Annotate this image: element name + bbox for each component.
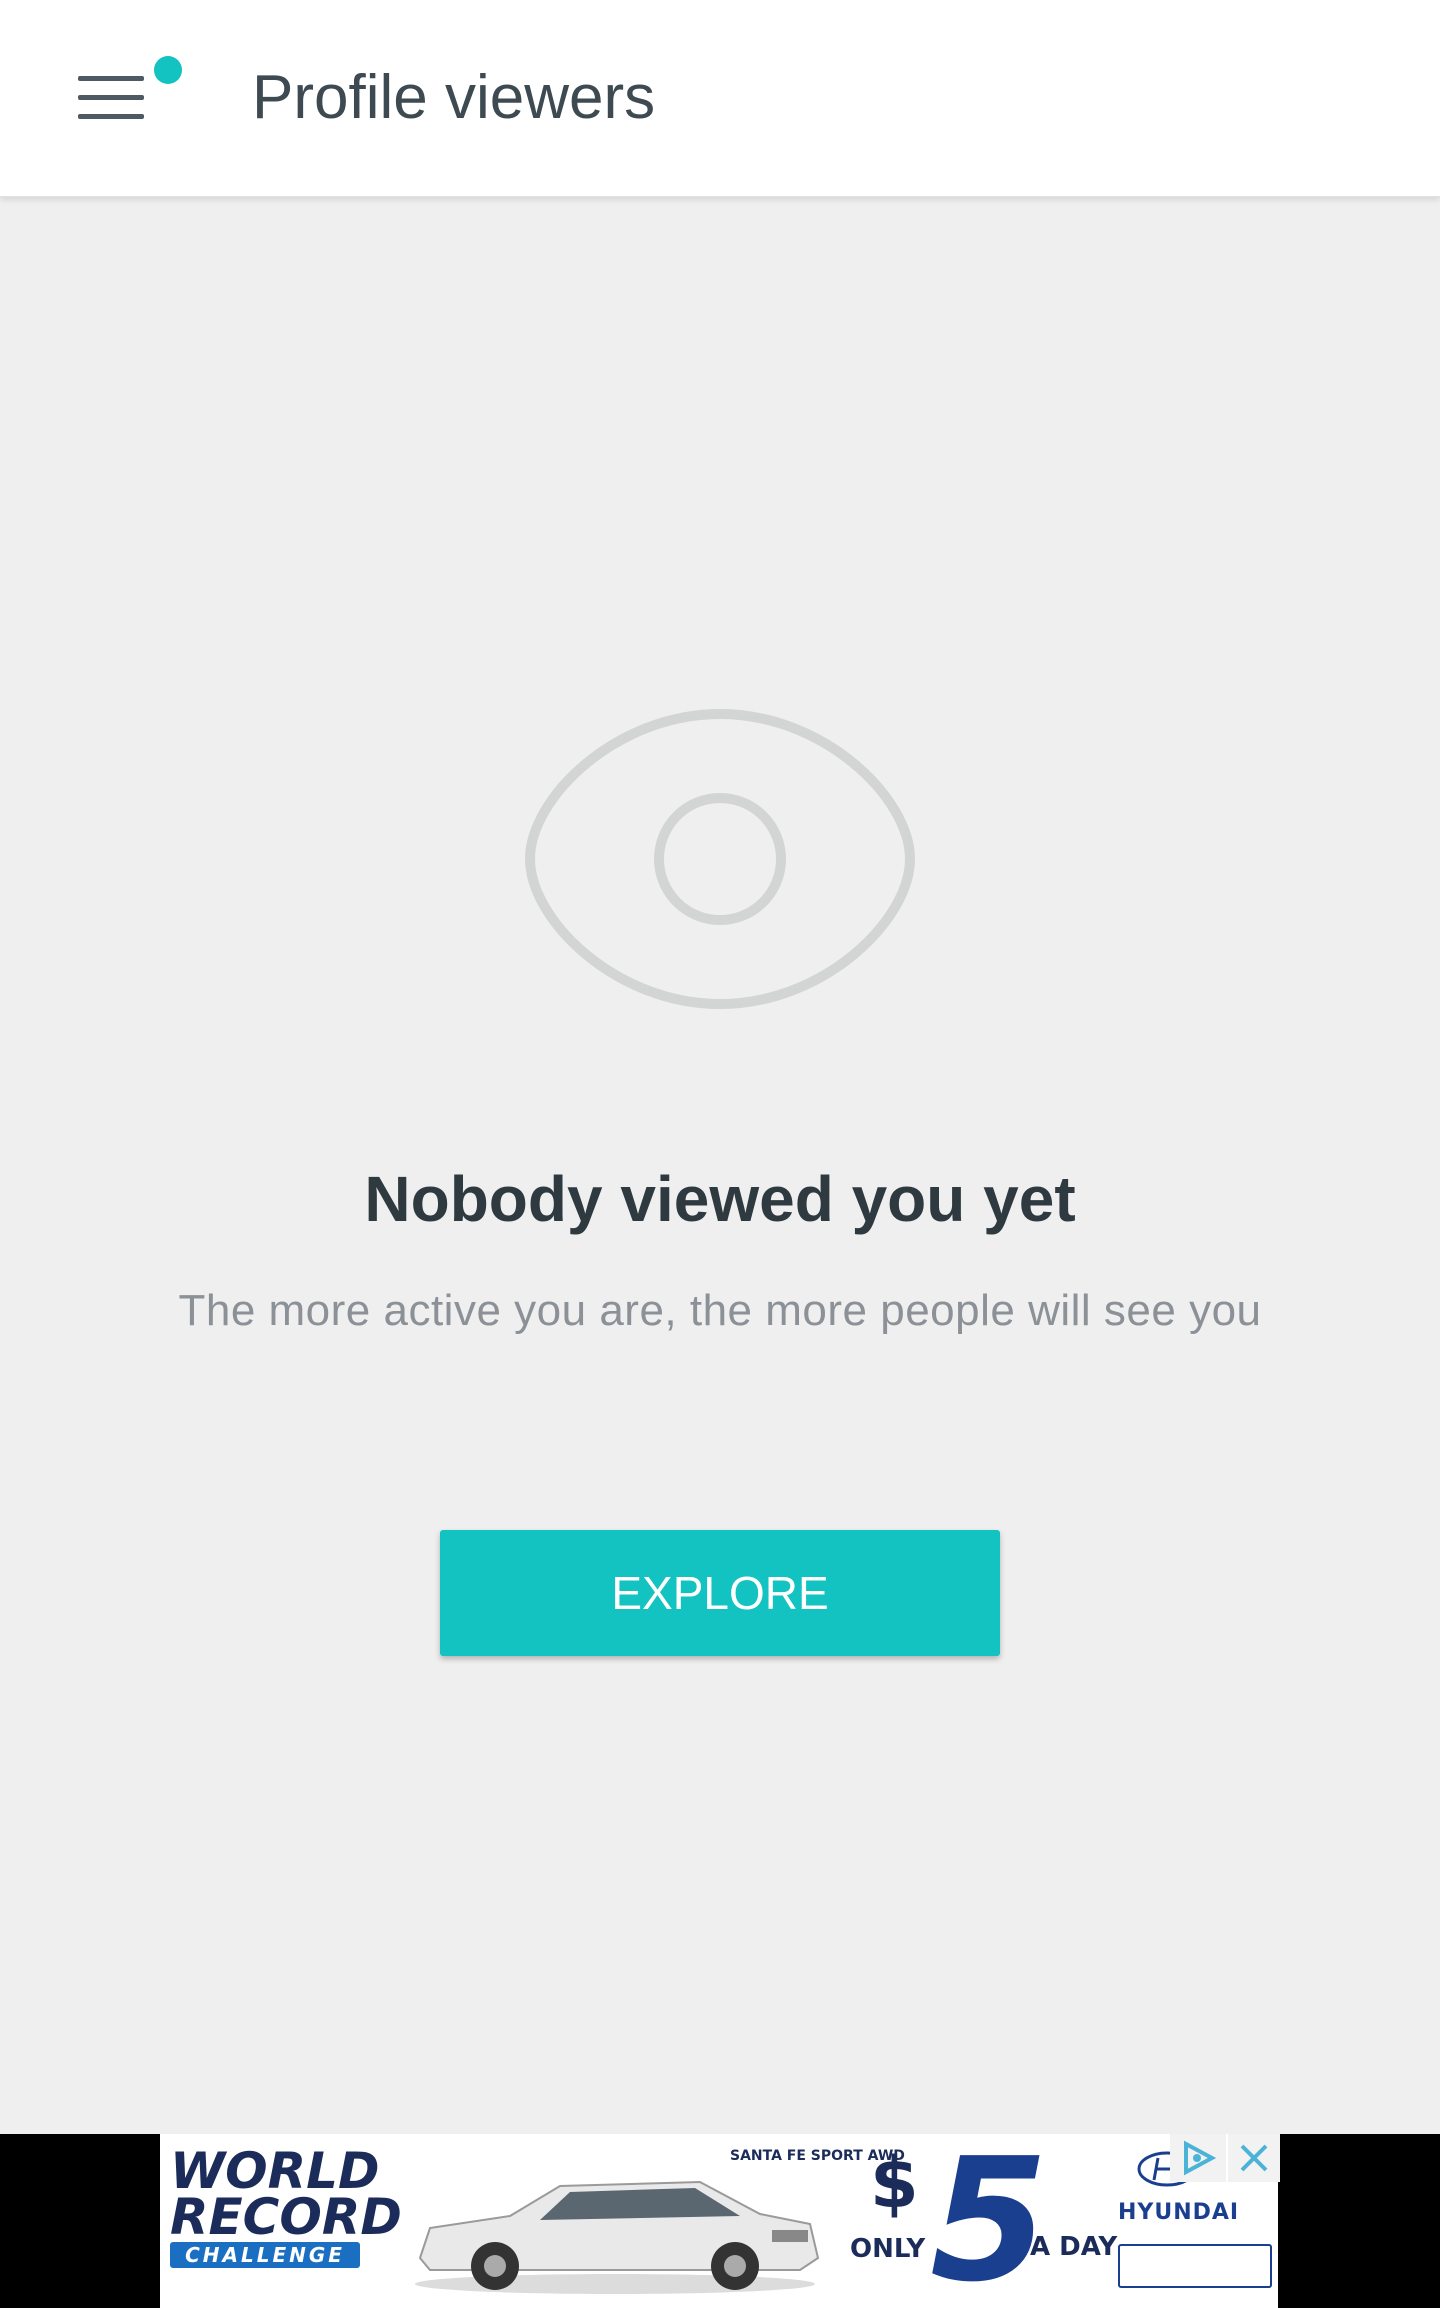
explore-button[interactable]: EXPLORE bbox=[440, 1530, 1000, 1656]
ad-headline: WORLD RECORD CHALLENGE bbox=[170, 2142, 402, 2268]
adchoices-button[interactable] bbox=[1170, 2134, 1226, 2182]
ad-price: $ 5 ONLY A DAY bbox=[850, 2134, 1118, 2308]
hamburger-menu-icon bbox=[78, 76, 144, 119]
ad-close-button[interactable] bbox=[1228, 2134, 1280, 2182]
car-image bbox=[415, 2180, 820, 2294]
adchoices-icon bbox=[1184, 2140, 1217, 2176]
empty-state-headline: Nobody viewed you yet bbox=[364, 1163, 1076, 1235]
empty-state-subtext: The more active you are, the more people… bbox=[178, 1286, 1262, 1335]
ad-brand-name: HYUNDAI bbox=[1118, 2200, 1240, 2225]
ad-dealer-logo bbox=[1118, 2244, 1272, 2288]
eye-icon bbox=[524, 708, 916, 1010]
close-icon bbox=[1240, 2144, 1268, 2172]
top-app-bar: Profile viewers bbox=[0, 0, 1440, 197]
notification-dot bbox=[154, 56, 182, 84]
ad-banner[interactable]: WORLD RECORD CHALLENGE SANTA FE SPORT AW… bbox=[160, 2134, 1278, 2308]
app-screen: Profile viewers Nobody viewed you yet Th… bbox=[0, 0, 1440, 2308]
page-title: Profile viewers bbox=[252, 63, 656, 132]
